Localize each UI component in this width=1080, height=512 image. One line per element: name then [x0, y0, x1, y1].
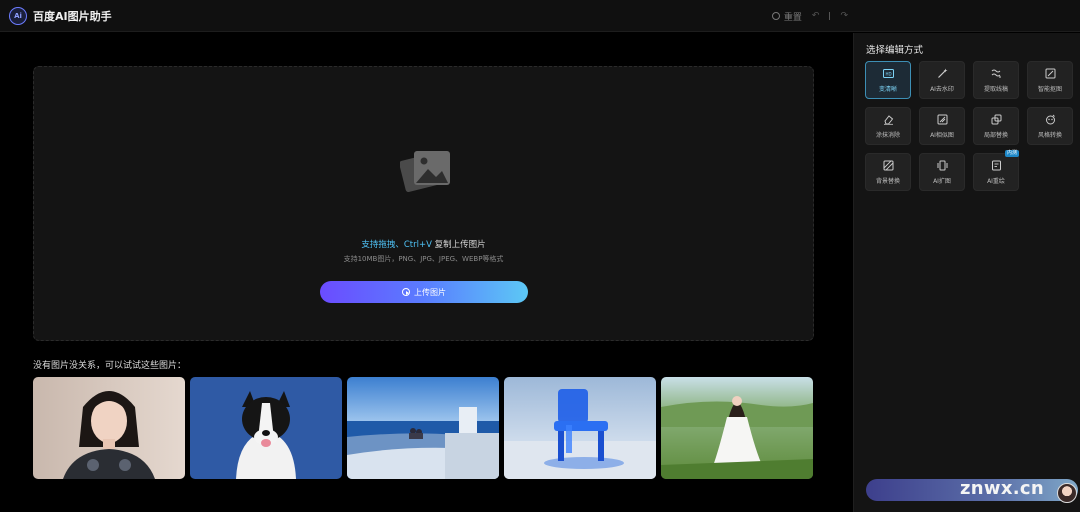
sample-image-portrait[interactable]	[33, 377, 185, 479]
redraw-icon	[991, 160, 1001, 170]
watermark-text: znwx.cn	[960, 478, 1044, 499]
tool-label: 局部替换	[983, 131, 1008, 139]
sketch-icon	[991, 69, 1001, 77]
upload-image-button[interactable]: 上传图片	[320, 281, 528, 303]
sample-image-seaside[interactable]	[347, 377, 499, 479]
tool-label: AI重绘	[987, 177, 1005, 185]
redo-icon[interactable]: ↷	[840, 11, 848, 21]
tool-similar-image[interactable]: AI相似图	[919, 107, 965, 145]
sidebar-title: 选择编辑方式	[866, 45, 924, 56]
tool-expand[interactable]: AI扩图	[919, 153, 965, 191]
upload-button-label: 上传图片	[414, 287, 446, 297]
divider	[829, 12, 831, 20]
main-area: 支持拖拽、Ctrl+V 复制上传图片 支持10MB图片，PNG、JPG、JPEG…	[0, 33, 852, 512]
similar-icon	[937, 114, 947, 124]
eraser-icon	[883, 114, 893, 125]
dog-thumbnail	[190, 377, 342, 479]
tool-enhance[interactable]: HD 变清晰	[865, 61, 911, 99]
tool-label: 智能抠图	[1037, 85, 1062, 93]
tool-smart-cutout[interactable]: 智能抠图	[1027, 61, 1073, 99]
tool-remove-watermark[interactable]: AI去水印	[919, 61, 965, 99]
tool-style-transfer[interactable]: 风格转换	[1027, 107, 1073, 145]
crop-icon	[1045, 68, 1055, 78]
seaside-thumbnail	[347, 377, 499, 479]
background-icon	[883, 160, 893, 170]
svg-text:HD: HD	[885, 71, 891, 76]
reset-label: 重置	[783, 12, 802, 23]
upload-dropzone[interactable]: 支持拖拽、Ctrl+V 复制上传图片 支持10MB图片，PNG、JPG、JPEG…	[33, 66, 814, 341]
magic-wand-icon	[937, 68, 947, 78]
sample-image-girl-field[interactable]	[661, 377, 813, 479]
reset-button[interactable]: 重置	[771, 10, 802, 23]
tool-label: 提取线稿	[983, 85, 1008, 93]
chair-thumbnail	[504, 377, 656, 479]
field-thumbnail	[661, 377, 813, 479]
tool-label: AI去水印	[930, 85, 954, 93]
header-actions: 重置 ↶ ↷	[771, 0, 848, 32]
portrait-thumbnail	[33, 377, 185, 479]
edit-sidebar: 选择编辑方式 HD 变清晰 AI去水印 提取线稿 智能抠图 涂抹消除 AI相似图…	[853, 33, 1080, 512]
tool-label: AI相似图	[930, 131, 954, 139]
style-icon	[1045, 114, 1055, 124]
format-hint: 支持10MB图片，PNG、JPG、JPEG、WEBP等格式	[343, 255, 504, 263]
replace-icon	[991, 114, 1001, 124]
tool-local-replace[interactable]: 局部替换	[973, 107, 1019, 145]
app-title: 百度AI图片助手	[33, 9, 112, 23]
tool-label: 变清晰	[878, 85, 897, 93]
samples-label: 没有图片没关系，可以试试这些图片：	[33, 361, 187, 371]
tool-smear-erase[interactable]: 涂抹消除	[865, 107, 911, 145]
drag-hint-rest: 复制上传图片	[431, 240, 486, 250]
app-logo: Ai	[9, 6, 27, 25]
tool-label: 背景替换	[875, 177, 900, 185]
drag-hint: 支持拖拽、Ctrl+V 复制上传图片	[34, 238, 813, 250]
top-bar: Ai 百度AI图片助手 重置 ↶ ↷	[0, 0, 1080, 32]
tool-label: 涂抹消除	[875, 131, 900, 139]
tool-grid: HD 变清晰 AI去水印 提取线稿 智能抠图 涂抹消除 AI相似图 局部替换 风…	[865, 61, 1073, 191]
drag-hint-accent: 支持拖拽、Ctrl+V	[361, 240, 432, 250]
tool-background-replace[interactable]: 背景替换	[865, 153, 911, 191]
tool-extract-lineart[interactable]: 提取线稿	[973, 61, 1019, 99]
sample-image-chair[interactable]	[504, 377, 656, 479]
tool-label: AI扩图	[933, 177, 951, 185]
upload-icon	[402, 288, 410, 296]
hd-icon: HD	[882, 68, 894, 78]
image-placeholder-icon	[400, 151, 450, 193]
beta-badge: 内测	[1004, 150, 1019, 157]
sample-image-dog[interactable]	[190, 377, 342, 479]
sample-images	[33, 377, 813, 479]
expand-icon	[937, 160, 947, 170]
tool-label: 风格转换	[1037, 131, 1062, 139]
reset-icon	[771, 12, 780, 20]
user-avatar[interactable]	[1057, 483, 1077, 503]
tool-redraw[interactable]: 内测 AI重绘	[973, 150, 1019, 191]
undo-icon[interactable]: ↶	[812, 11, 820, 21]
